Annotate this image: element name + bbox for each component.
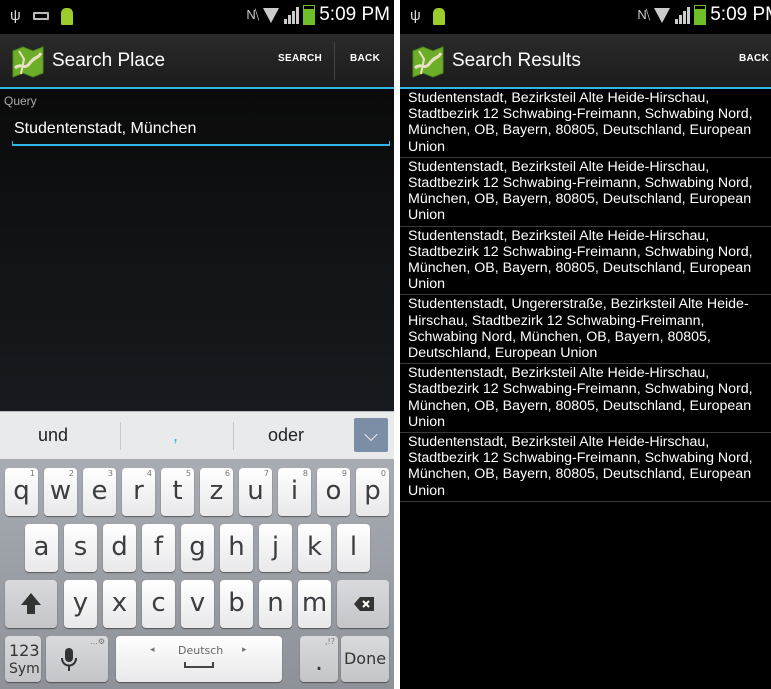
key-h[interactable]: h	[220, 524, 253, 572]
android-icon	[432, 7, 445, 25]
key-n[interactable]: n	[259, 580, 292, 628]
nfc-icon: N⧹	[637, 7, 650, 22]
symbols-key[interactable]: 123 Sym	[5, 636, 41, 682]
status-bar: ψ N⧹ 5:09 PM	[400, 0, 771, 34]
action-bar: Search Place SEARCH BACK	[0, 34, 394, 89]
key-v[interactable]: v	[181, 580, 214, 628]
keyboard: 1q 2w 3e 4r 5t 6z 7u 8i 9o 0p a s d f g …	[0, 459, 394, 689]
map-app-icon[interactable]	[10, 43, 46, 79]
status-time: 5:09 PM	[710, 4, 771, 25]
battery-icon	[303, 5, 316, 25]
shift-key[interactable]	[5, 580, 57, 628]
key-q[interactable]: 1q	[5, 468, 38, 516]
result-item[interactable]: Studentenstadt, Bezirksteil Alte Heide-H…	[400, 433, 771, 502]
key-m[interactable]: m	[298, 580, 331, 628]
key-s[interactable]: s	[64, 524, 97, 572]
status-bar: ψ N⧹ 5:09 PM	[0, 0, 394, 34]
key-w[interactable]: 2w	[44, 468, 77, 516]
key-l[interactable]: l	[337, 524, 370, 572]
query-input-underline	[12, 141, 390, 146]
key-o[interactable]: 9o	[317, 468, 350, 516]
key-x[interactable]: x	[103, 580, 136, 628]
wifi-icon	[263, 7, 280, 23]
key-e[interactable]: 3e	[83, 468, 116, 516]
key-p[interactable]: 0p	[356, 468, 389, 516]
back-button[interactable]: BACK	[350, 53, 380, 64]
usb-icon: ψ	[10, 7, 21, 24]
suggestion-divider	[233, 422, 234, 450]
backspace-icon	[354, 597, 374, 611]
suggestion-und[interactable]: und	[38, 425, 68, 446]
query-input[interactable]	[14, 116, 382, 142]
search-button[interactable]: SEARCH	[278, 53, 322, 64]
suggestion-comma[interactable]: ,	[173, 425, 178, 446]
key-i[interactable]: 8i	[278, 468, 311, 516]
map-app-icon[interactable]	[410, 43, 446, 79]
back-button[interactable]: BACK	[739, 53, 769, 64]
key-b[interactable]: b	[220, 580, 253, 628]
android-icon	[60, 7, 73, 25]
suggestion-oder[interactable]: oder	[268, 425, 304, 446]
battery-icon	[694, 5, 707, 25]
mic-key[interactable]: …⚙	[46, 636, 108, 682]
query-label: Query	[4, 94, 37, 108]
key-y[interactable]: y	[64, 580, 97, 628]
notification-card-icon	[32, 12, 49, 20]
key-t[interactable]: 5t	[161, 468, 194, 516]
backspace-key[interactable]	[337, 580, 389, 628]
result-item[interactable]: Studentenstadt, Bezirksteil Alte Heide-H…	[400, 89, 771, 158]
signal-icon	[675, 6, 691, 24]
chevron-down-icon[interactable]: ⌵	[354, 418, 388, 452]
screen-title: Search Results	[452, 50, 581, 71]
status-time: 5:09 PM	[319, 4, 390, 25]
suggestion-strip: und , oder ⌵	[0, 411, 394, 459]
key-z[interactable]: 6z	[200, 468, 233, 516]
key-a[interactable]: a	[25, 524, 58, 572]
result-item[interactable]: Studentenstadt, Bezirksteil Alte Heide-H…	[400, 364, 771, 434]
result-item[interactable]: Studentenstadt, Bezirksteil Alte Heide-H…	[400, 158, 771, 227]
action-divider	[334, 42, 335, 80]
key-j[interactable]: j	[259, 524, 292, 572]
search-form: Query	[0, 89, 394, 411]
nfc-icon: N⧹	[246, 7, 259, 22]
screen-title: Search Place	[52, 50, 166, 71]
space-key[interactable]: ◂ Deutsch ▸	[116, 636, 282, 682]
key-g[interactable]: g	[181, 524, 214, 572]
key-k[interactable]: k	[298, 524, 331, 572]
usb-icon: ψ	[410, 7, 421, 24]
done-key[interactable]: Done	[341, 636, 389, 682]
search-place-screen: ψ N⧹ 5:09 PM Search Place SEARCH BACK Qu…	[0, 0, 394, 689]
key-d[interactable]: d	[103, 524, 136, 572]
suggestion-divider	[120, 422, 121, 450]
key-u[interactable]: 7u	[239, 468, 272, 516]
result-item[interactable]: Studentenstadt, Bezirksteil Alte Heide-H…	[400, 227, 771, 296]
period-key[interactable]: ,!? .	[300, 636, 338, 682]
wifi-icon	[654, 7, 671, 23]
result-item[interactable]: Studentenstadt, Ungererstraße, Bezirkste…	[400, 295, 771, 365]
shift-icon	[21, 593, 41, 614]
results-list: Studentenstadt, Bezirksteil Alte Heide-H…	[400, 89, 771, 689]
signal-icon	[284, 6, 300, 24]
search-results-screen: ψ N⧹ 5:09 PM Search Results BACK Student…	[400, 0, 771, 689]
action-bar: Search Results BACK	[400, 34, 771, 89]
key-c[interactable]: c	[142, 580, 175, 628]
key-f[interactable]: f	[142, 524, 175, 572]
key-r[interactable]: 4r	[122, 468, 155, 516]
